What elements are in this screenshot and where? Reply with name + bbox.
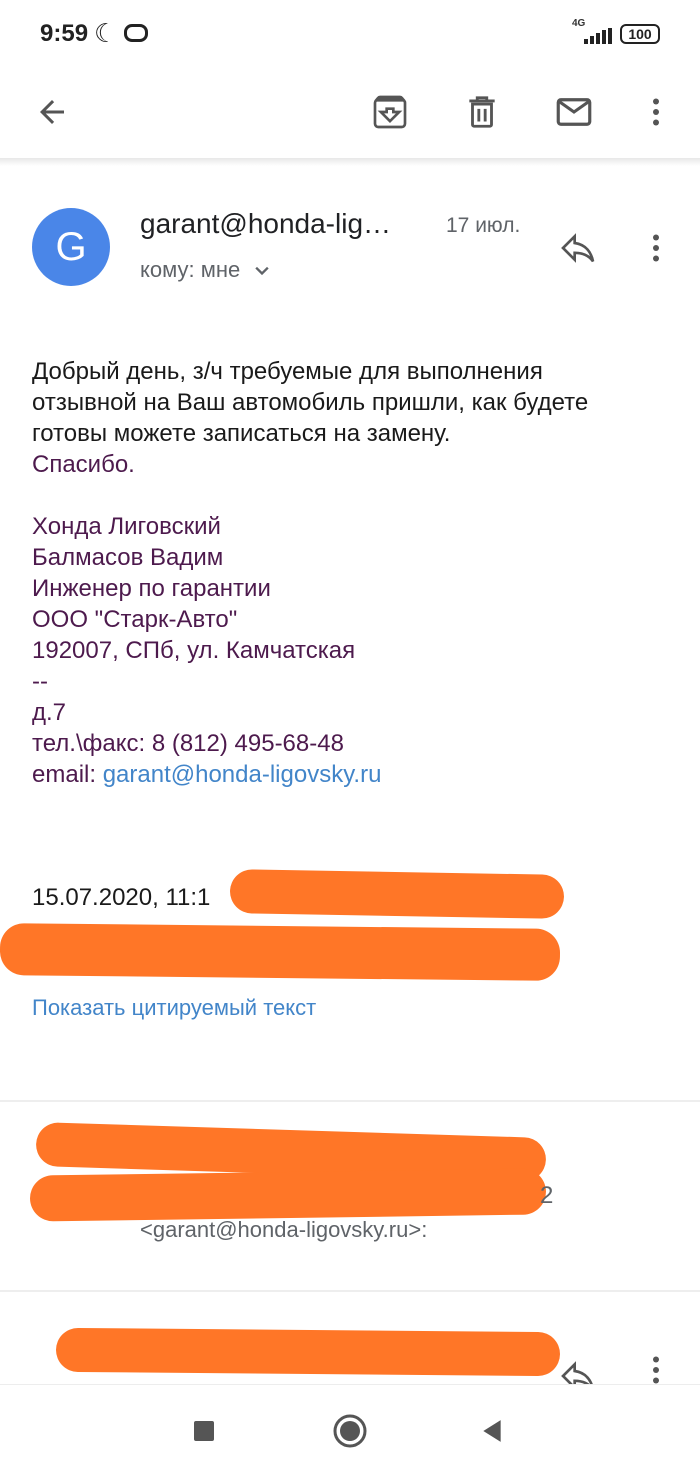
home-button[interactable]	[328, 1409, 372, 1453]
message-body-line: готовы можете записаться на замену.	[32, 420, 451, 447]
message-more-button[interactable]	[636, 222, 676, 274]
more-vert-icon	[653, 234, 659, 262]
email-toolbar	[0, 68, 700, 158]
home-circle-icon	[333, 1414, 367, 1448]
mark-unread-button[interactable]	[544, 82, 604, 142]
back-arrow-icon	[40, 100, 64, 124]
more-vert-icon	[653, 1356, 659, 1384]
chevron-down-icon	[255, 266, 269, 276]
quoted-address: <garant@honda-ligovsky.ru>:	[140, 1217, 428, 1242]
battery-icon: 100	[620, 24, 660, 44]
reply-icon	[561, 233, 595, 263]
archive-icon	[373, 95, 407, 129]
system-navigation-bar	[0, 1384, 700, 1479]
mail-icon	[556, 98, 592, 126]
do-not-disturb-moon-icon: ☾	[94, 18, 118, 48]
redaction-mark	[229, 869, 565, 919]
email-label: email:	[32, 761, 103, 788]
status-time: 9:59	[40, 20, 89, 47]
delete-icon	[469, 96, 495, 128]
signature-line: Хонда Лиговский	[32, 513, 221, 540]
reply-button[interactable]	[550, 222, 606, 274]
square-icon	[194, 1421, 214, 1441]
back-nav-button[interactable]	[470, 1409, 514, 1453]
email-link[interactable]: garant@honda-ligovsky.ru	[103, 761, 382, 788]
signature-line: Балмасов Вадим	[32, 544, 224, 571]
signature-line: --	[32, 668, 48, 695]
signature-phone: тел.\факс: 8 (812) 495-68-48	[32, 730, 344, 757]
more-options-button[interactable]	[626, 82, 686, 142]
signal-strength-icon	[584, 28, 612, 44]
recent-apps-button[interactable]	[182, 1409, 226, 1453]
back-button[interactable]	[22, 82, 82, 142]
signature-line: 192007, СПб, ул. Камчатская	[32, 637, 356, 664]
back-triangle-icon	[483, 1420, 501, 1442]
signature-line: Инженер по гарантии	[32, 575, 271, 602]
status-bar: 9:59 ☾ 4G 100	[0, 0, 700, 68]
message-divider	[0, 1290, 700, 1292]
message-body-line: отзывной на Ваш автомобиль пришли, как б…	[32, 389, 589, 416]
signature-email-row: email: garant@honda-ligovsky.ru	[32, 759, 381, 790]
sender-avatar[interactable]: G	[32, 208, 110, 286]
redaction-mark	[0, 923, 561, 981]
notification-ring-icon	[124, 24, 148, 42]
redaction-mark	[55, 1327, 561, 1377]
message-date: 17 июл.	[446, 214, 521, 237]
message-thanks: Спасибо.	[32, 451, 135, 478]
message-divider	[0, 1100, 700, 1102]
recipient-label: кому: мне	[140, 257, 241, 282]
show-quoted-text-link[interactable]: Показать цитируемый текст	[32, 992, 316, 1023]
recipient-details-toggle[interactable]: кому: мне	[140, 256, 276, 284]
archive-button[interactable]	[360, 82, 420, 142]
more-vert-icon	[653, 98, 659, 126]
quote-header: 15.07.2020, 11:1	[32, 884, 211, 911]
quoted-trailing-text: 2	[540, 1182, 554, 1209]
delete-button[interactable]	[452, 82, 512, 142]
toolbar-shadow	[0, 158, 700, 166]
signature-line: ООО "Старк-Авто"	[32, 606, 238, 633]
message-body-line: Добрый день, з/ч требуемые для выполнени…	[32, 358, 543, 385]
sender-name[interactable]: garant@honda-lig…	[140, 208, 391, 240]
signature-line: д.7	[32, 699, 67, 726]
